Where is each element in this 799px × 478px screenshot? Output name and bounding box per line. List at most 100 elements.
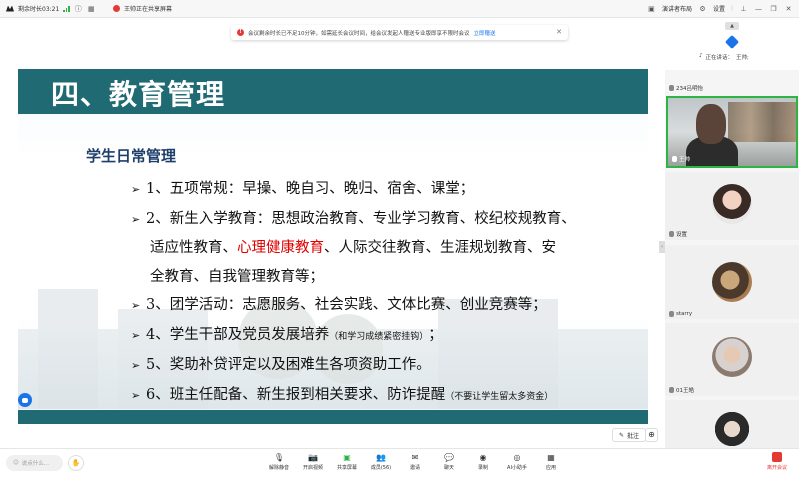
bullet-text: 适应性教育、 bbox=[150, 240, 237, 256]
participant-name: 王帅 bbox=[679, 157, 691, 163]
start-video-button[interactable]: 📷 开启视频 bbox=[296, 452, 330, 472]
tool-label: 开启视频 bbox=[302, 465, 323, 471]
share-screen-button[interactable]: ▣ 共享屏幕 bbox=[330, 452, 364, 472]
speaking-label: 正在讲话： bbox=[705, 55, 734, 61]
participant-panel: ▲ ♪ 正在讲话： 王帅; 234吕明怡 王帅 设置 starry 01王皓 bbox=[665, 18, 799, 449]
avatar bbox=[712, 337, 752, 377]
close-icon[interactable]: ✕ bbox=[784, 4, 793, 13]
person-head bbox=[696, 104, 726, 144]
time-warning-banner: ! 会议剩余时长已不足10分钟，如需延长会议时间，给会议发起人赠送专业版即享不限… bbox=[231, 25, 568, 40]
bullet-text: 5、奖助补贷评定以及困难生各项资助工作。 bbox=[146, 357, 431, 373]
close-banner-icon[interactable]: ✕ bbox=[556, 28, 562, 36]
bullet-text: ； bbox=[428, 326, 443, 343]
divider: | bbox=[730, 5, 733, 12]
tool-label: 聊天 bbox=[443, 465, 454, 471]
participant-tile[interactable] bbox=[665, 400, 799, 449]
unmute-button[interactable]: 🎙 解除静音 bbox=[262, 452, 296, 472]
grid-icon[interactable]: ▦ bbox=[87, 4, 96, 13]
bullet-text: 1、五项常规：早操、晚自习、晚归、宿舍、课堂； bbox=[146, 181, 475, 197]
camera-off-icon: 📷 bbox=[308, 452, 318, 462]
mic-off-icon bbox=[669, 85, 674, 91]
tool-label: 应用 bbox=[545, 465, 556, 471]
mic-off-icon: 🎙 bbox=[273, 452, 285, 462]
bullet-item: ➢ 3、团学活动：志愿服务、社会实践、文体比赛、创业竞赛等； bbox=[131, 291, 631, 321]
avatar bbox=[712, 184, 752, 224]
chat-icon: 💬 bbox=[444, 452, 454, 462]
bullet-text: 全教育、自我管理教育等； bbox=[150, 268, 324, 285]
bullet-note: （和学习成绩紧密挂钩） bbox=[329, 331, 429, 342]
bullet-item: ➢ 5、奖助补贷评定以及困难生各项资助工作。 bbox=[131, 351, 631, 381]
share-status: 王帅正在共享屏幕 bbox=[124, 6, 173, 13]
maximize-icon[interactable]: ❐ bbox=[769, 4, 778, 13]
speaker-icon bbox=[724, 34, 740, 50]
leave-icon bbox=[772, 452, 782, 462]
slide-title: 四、教育管理 bbox=[51, 78, 226, 111]
annotate-label: 批注 bbox=[627, 432, 640, 440]
floating-chat-icon[interactable] bbox=[18, 393, 32, 407]
bullet-item: ➢ 1、五项常规：早操、晚自习、晚归、宿舍、课堂； bbox=[131, 175, 631, 205]
speaking-name: 王帅; bbox=[736, 55, 749, 61]
leave-meeting-button[interactable]: 离开会议 bbox=[760, 452, 794, 471]
arrow-bullet-icon: ➢ bbox=[131, 359, 141, 372]
layout-icon[interactable]: ▣ bbox=[647, 4, 656, 13]
bullet-continuation: 适应性教育、心理健康教育、人际交往教育、生涯规划教育、安 bbox=[131, 234, 631, 263]
tool-label: 录制 bbox=[477, 465, 488, 471]
bullet-text: 6、班主任配备、新生报到相关要求、防诈提醒 bbox=[146, 386, 446, 403]
gift-link[interactable]: 立即赠送 bbox=[474, 29, 496, 37]
settings-icon[interactable]: ⚙ bbox=[698, 4, 707, 13]
participant-tile[interactable]: starry bbox=[665, 245, 799, 319]
highlighted-text: 心理健康教育 bbox=[237, 240, 324, 256]
arrow-bullet-icon: ➢ bbox=[131, 328, 141, 342]
tool-label: 共享屏幕 bbox=[336, 465, 357, 471]
sharing-indicator-icon bbox=[113, 5, 120, 12]
layout-button[interactable]: 演讲者布局 bbox=[662, 4, 692, 13]
raise-hand-icon[interactable]: ✋ bbox=[68, 455, 84, 471]
slide-footer-bar bbox=[18, 410, 648, 424]
bullet-continuation: 全教育、自我管理教育等； bbox=[131, 263, 631, 292]
chat-input-icon: ☺ bbox=[13, 460, 19, 466]
slide-title-bar: 四、教育管理 bbox=[18, 69, 648, 114]
tool-label: 成员(56) bbox=[370, 465, 392, 471]
meeting-logo-icon bbox=[6, 6, 14, 12]
tool-label: 邀请 bbox=[409, 465, 420, 471]
settings-button[interactable]: 设置 bbox=[713, 4, 725, 13]
section-title: 学生日常管理 bbox=[86, 147, 177, 165]
chat-placeholder: 说点什么... bbox=[21, 461, 49, 467]
bullet-text: 4、学生干部及党员发展培养 bbox=[146, 326, 330, 343]
bullet-item: ➢ 2、新生入学教育：思想政治教育、专业学习教育、校纪校规教育、 bbox=[131, 205, 631, 235]
pin-icon[interactable]: ⊥ bbox=[739, 4, 748, 13]
participant-video-tile[interactable]: 王帅 bbox=[666, 96, 798, 168]
timer-label: 剩余时长03:21 bbox=[18, 6, 60, 13]
zoom-icon[interactable]: ⊕ bbox=[645, 428, 658, 442]
avatar bbox=[712, 262, 752, 302]
panel-toggle-icon[interactable]: ‹ bbox=[659, 241, 665, 253]
shared-slide: 四、教育管理 学生日常管理 ➢ 1、五项常规：早操、晚自习、晚归、宿舍、课堂； ➢… bbox=[18, 69, 648, 424]
signal-icon bbox=[63, 5, 70, 12]
annotate-button[interactable]: ✎ 批注 bbox=[612, 428, 647, 442]
invite-icon: ✉ bbox=[411, 452, 419, 462]
record-button[interactable]: ◉ 录制 bbox=[466, 452, 500, 472]
chat-button[interactable]: 💬 聊天 bbox=[432, 452, 466, 472]
minimize-icon[interactable]: — bbox=[754, 4, 763, 13]
info-icon[interactable]: ⓘ bbox=[74, 4, 83, 13]
participant-tile[interactable]: 234吕明怡 bbox=[665, 79, 799, 95]
members-icon: 👥 bbox=[376, 452, 386, 462]
ai-assistant-button[interactable]: ◎ AI小助手 bbox=[500, 452, 534, 472]
speaking-indicator: ▲ ♪ 正在讲话： 王帅; bbox=[665, 18, 799, 70]
apps-button[interactable]: ▦ 应用 bbox=[534, 452, 568, 472]
apps-icon: ▦ bbox=[547, 452, 555, 462]
bottom-toolbar: ☺ 说点什么... ✋ 🎙 解除静音 📷 开启视频 ▣ 共享屏幕 👥 成员(56) ✉ 邀… bbox=[0, 448, 799, 478]
background-shelf bbox=[728, 102, 796, 142]
bullet-text: 2、新生入学教育：思想政治教育、专业学习教育、校纪校规教育、 bbox=[146, 210, 576, 227]
bullet-text: 3、团学活动：志愿服务、社会实践、文体比赛、创业竞赛等； bbox=[146, 297, 547, 313]
members-button[interactable]: 👥 成员(56) bbox=[364, 452, 398, 472]
chat-input[interactable]: ☺ 说点什么... bbox=[6, 455, 63, 471]
arrow-bullet-icon: ➢ bbox=[131, 183, 141, 196]
avatar bbox=[712, 409, 752, 449]
invite-button[interactable]: ✉ 邀请 bbox=[398, 452, 432, 472]
arrow-bullet-icon: ➢ bbox=[131, 212, 141, 226]
participant-tile[interactable]: 设置 bbox=[665, 172, 799, 240]
mic-off-icon bbox=[669, 387, 674, 393]
participant-tile[interactable]: 01王皓 bbox=[665, 323, 799, 396]
collapse-icon[interactable]: ▲ bbox=[725, 22, 739, 30]
